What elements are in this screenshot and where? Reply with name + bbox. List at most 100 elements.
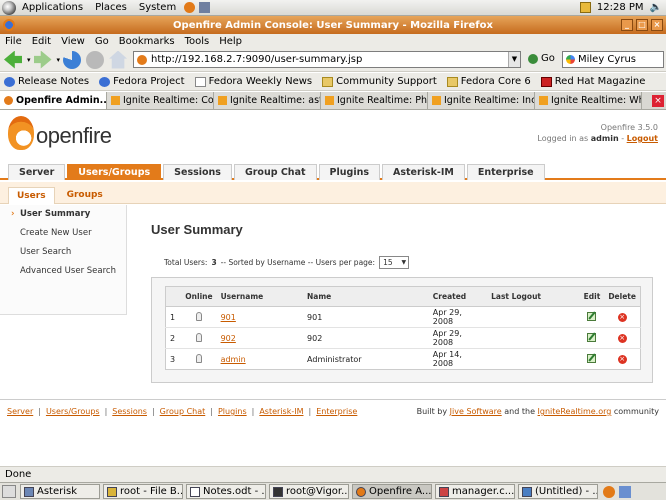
redhat-bookmark-icon [540, 76, 552, 87]
forward-history-dropdown-icon[interactable]: ▾ [57, 56, 61, 64]
applications-menu[interactable]: Applications [16, 2, 89, 13]
go-button[interactable]: Go [528, 53, 555, 64]
footer-link-sessions[interactable]: Sessions [112, 407, 147, 416]
clock[interactable]: 12:28 PM [597, 2, 644, 13]
tab-ignite-ast[interactable]: Ignite Realtime: ast... [214, 92, 321, 109]
sidebar-item-create-new-user[interactable]: Create New User [0, 224, 126, 243]
ignite-realtime-link[interactable]: IgniteRealtime.org [538, 407, 612, 416]
stop-icon[interactable] [86, 50, 105, 69]
url-dropdown-icon[interactable]: ▼ [508, 52, 520, 67]
maximize-button[interactable]: □ [636, 19, 648, 31]
back-icon[interactable] [4, 50, 22, 69]
footer-separator: | [38, 407, 41, 416]
task-openfire-firefox[interactable]: Openfire A... [352, 484, 432, 499]
tab-sessions[interactable]: Sessions [163, 164, 232, 180]
status-text: Done [5, 469, 32, 480]
openfire-logo[interactable]: openfire [8, 116, 112, 150]
menu-tools[interactable]: Tools [180, 36, 215, 47]
jive-software-link[interactable]: Jive Software [450, 407, 502, 416]
logout-link[interactable]: Logout [627, 134, 658, 143]
tab-plugins[interactable]: Plugins [318, 164, 380, 180]
task-terminal[interactable]: root@Vigor... [269, 484, 349, 499]
home-icon[interactable] [109, 50, 128, 69]
sidebar-item-advanced-user-search[interactable]: Advanced User Search [0, 262, 126, 281]
edit-icon[interactable] [587, 311, 597, 321]
edit-icon[interactable] [587, 353, 597, 363]
task-notes-odt[interactable]: Notes.odt - ... [186, 484, 266, 499]
footer-link-group-chat[interactable]: Group Chat [160, 407, 206, 416]
username-link[interactable]: admin [221, 355, 246, 364]
workspace-switcher-icon[interactable] [619, 485, 631, 498]
menu-file[interactable]: File [0, 36, 27, 47]
footer-link-server[interactable]: Server [7, 407, 33, 416]
tab-openfire-admin[interactable]: Openfire Admin... [0, 92, 107, 109]
close-window-button[interactable]: × [651, 19, 663, 31]
go-label: Go [541, 53, 555, 64]
footer-link-asterisk-im[interactable]: Asterisk-IM [259, 407, 303, 416]
menu-edit[interactable]: Edit [27, 36, 56, 47]
tab-ignite-wh[interactable]: Ignite Realtime: Wh... [535, 92, 642, 109]
bookmark-community-support[interactable]: Community Support [322, 76, 437, 87]
tab-asterisk-im[interactable]: Asterisk-IM [382, 164, 465, 180]
firefox-window-icon[interactable] [3, 19, 15, 31]
subtab-groups[interactable]: Groups [59, 187, 111, 204]
reload-icon[interactable] [63, 50, 82, 69]
mail-launcher-icon[interactable] [199, 2, 211, 13]
username-link[interactable]: 902 [221, 334, 236, 343]
bookmark-fedora-core-6[interactable]: Fedora Core 6 [446, 76, 531, 87]
footer-link-enterprise[interactable]: Enterprise [316, 407, 357, 416]
users-per-page-select[interactable]: 15 ▼ [379, 256, 410, 269]
task-asterisk[interactable]: Asterisk [20, 484, 100, 499]
task-untitled[interactable]: (Untitled) - ... [518, 484, 598, 499]
tray-firefox-icon[interactable] [603, 485, 615, 498]
task-file-browser[interactable]: root - File B... [103, 484, 183, 499]
update-notifier-icon[interactable] [579, 2, 591, 13]
firefox-launcher-icon[interactable] [184, 2, 196, 13]
page-bookmark-icon [194, 76, 206, 87]
footer-link-plugins[interactable]: Plugins [218, 407, 247, 416]
delete-icon[interactable]: × [617, 313, 627, 322]
user-table: Online Username Name Created Last Logout… [165, 286, 641, 370]
fedora-logo-icon[interactable] [2, 0, 16, 15]
site-favicon-icon [137, 54, 147, 65]
last-logout [487, 306, 580, 328]
delete-icon[interactable]: × [617, 334, 627, 343]
subtab-users[interactable]: Users [8, 187, 55, 204]
bookmark-fedora-project[interactable]: Fedora Project [99, 76, 185, 87]
tab-ignite-co[interactable]: Ignite Realtime: Co... [107, 92, 214, 109]
google-icon[interactable] [566, 55, 575, 64]
back-history-dropdown-icon[interactable]: ▾ [27, 56, 31, 64]
close-tab-icon[interactable]: × [652, 94, 664, 107]
menu-help[interactable]: Help [214, 36, 247, 47]
openfire-tab-icon [4, 96, 13, 105]
footer-link-users-groups[interactable]: Users/Groups [46, 407, 100, 416]
menu-go[interactable]: Go [90, 36, 114, 47]
system-menu[interactable]: System [133, 2, 182, 13]
minimize-button[interactable]: _ [621, 19, 633, 31]
places-menu[interactable]: Places [89, 2, 133, 13]
show-desktop-icon[interactable] [2, 485, 16, 498]
edit-icon[interactable] [587, 332, 597, 342]
menu-view[interactable]: View [56, 36, 90, 47]
forward-icon[interactable] [33, 50, 52, 69]
volume-icon[interactable]: 🔈 [650, 2, 662, 13]
menu-bookmarks[interactable]: Bookmarks [114, 36, 180, 47]
sidebar-item-user-search[interactable]: User Search [0, 243, 126, 262]
search-input[interactable]: Miley Cyrus [562, 51, 664, 68]
bookmark-fedora-weekly-news[interactable]: Fedora Weekly News [194, 76, 312, 87]
bookmark-release-notes[interactable]: Release Notes [4, 76, 89, 87]
url-bar[interactable]: http://192.168.2.7:9090/user-summary.jsp… [133, 51, 521, 68]
task-label: Notes.odt - ... [203, 486, 266, 497]
tab-server[interactable]: Server [8, 164, 66, 180]
tab-group-chat[interactable]: Group Chat [233, 164, 317, 180]
username-link[interactable]: 901 [221, 313, 236, 322]
tab-ignite-pho[interactable]: Ignite Realtime: Pho... [321, 92, 428, 109]
tab-ignite-inc[interactable]: Ignite Realtime: Inc... [428, 92, 535, 109]
bookmark-red-hat-magazine[interactable]: Red Hat Magazine [540, 76, 645, 87]
sidebar-item-user-summary[interactable]: User Summary [0, 205, 126, 224]
tab-enterprise[interactable]: Enterprise [466, 164, 545, 180]
tab-users-groups[interactable]: Users/Groups [67, 164, 162, 180]
task-manager-c[interactable]: manager.c... [435, 484, 515, 499]
delete-icon[interactable]: × [617, 355, 627, 364]
gnome-taskbar: Asterisk root - File B... Notes.odt - ..… [0, 482, 666, 500]
